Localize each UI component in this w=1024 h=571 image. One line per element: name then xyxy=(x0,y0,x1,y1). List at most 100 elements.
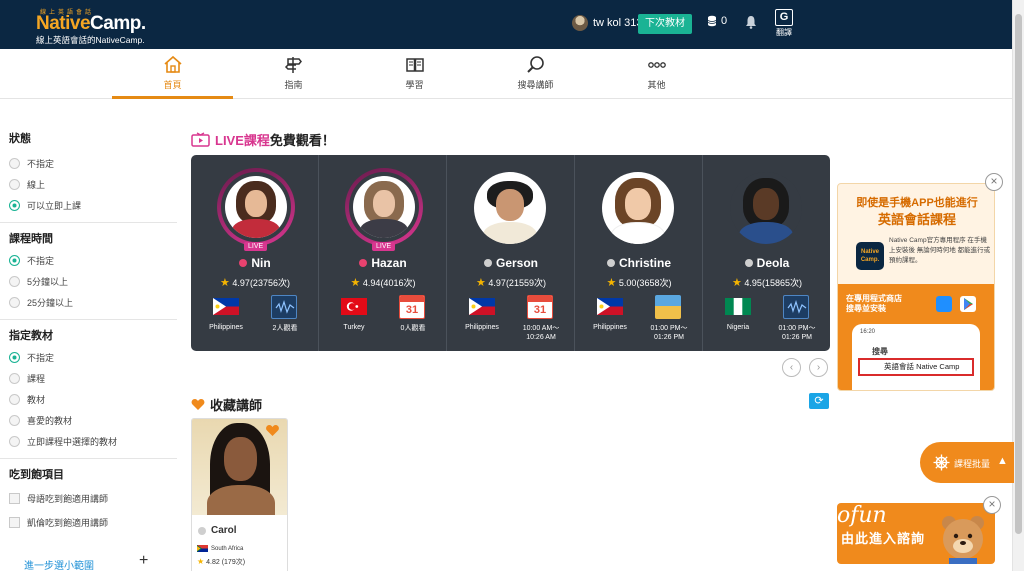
app-promo-line2: 英語會話課程 xyxy=(877,212,956,227)
option-label: 凱倫吃到飽適用講師 xyxy=(27,517,109,528)
google-play-icon xyxy=(960,296,976,312)
radio-button-selected[interactable] xyxy=(9,352,20,363)
live-teacher-card[interactable]: LIVE Hazan ★ 4.94(4016次) Turkey 31 0人觀看 xyxy=(319,155,447,351)
option-label: 25分鐘以上 xyxy=(27,298,74,308)
filter-material-option[interactable]: 不指定 xyxy=(9,347,177,368)
radio-button-selected[interactable] xyxy=(9,200,20,211)
nav-study[interactable]: 學習 xyxy=(354,55,475,99)
nav-other[interactable]: 其他 xyxy=(596,55,717,99)
scrollbar-thumb[interactable] xyxy=(1015,14,1022,534)
star-icon: ★ xyxy=(732,277,742,289)
teacher-card[interactable]: Gerson ★ 4.97(21559次) Philippines 31 10:… xyxy=(447,155,575,351)
live-viewers-icon xyxy=(271,295,297,319)
filter-duration-option[interactable]: 5分鐘以上 xyxy=(9,271,177,292)
nigeria-flag-icon xyxy=(725,298,751,315)
calendar-day: 31 xyxy=(405,304,419,316)
refine-search-link[interactable]: 進一步選小範圍 xyxy=(24,557,94,571)
filter-duration-option[interactable]: 不指定 xyxy=(9,250,177,271)
option-label: 不指定 xyxy=(27,159,55,169)
close-consultation-banner-button[interactable]: × xyxy=(983,496,1001,514)
filter-material-option[interactable]: 教材 xyxy=(9,389,177,410)
teacher-name-row: Nin xyxy=(191,256,319,270)
filter-status-option[interactable]: 不指定 xyxy=(9,153,177,174)
filter-unlimited-option[interactable]: 母語吃到飽適用講師 xyxy=(9,486,177,510)
translate-button[interactable]: G 翻譯 xyxy=(774,9,794,38)
checkbox[interactable] xyxy=(9,516,20,528)
radio-button[interactable] xyxy=(9,415,20,426)
app-search-box: 英語會話 Native Camp xyxy=(858,358,974,376)
favorite-teacher-card[interactable]: Carol South Africa ★ 4.82 (179次) xyxy=(191,418,288,571)
carousel-prev-button[interactable]: ‹ xyxy=(782,358,801,377)
filter-material: 指定教材 不指定 課程 教材 喜愛的教材 立即課程中選擇的教材 xyxy=(0,320,177,459)
user-menu[interactable]: tw kol 313 xyxy=(572,15,643,31)
teacher-name-row: Deola xyxy=(703,256,830,270)
option-label: 不指定 xyxy=(27,353,55,363)
page-scrollbar[interactable] xyxy=(1012,0,1024,571)
teacher-name-row: Hazan xyxy=(319,256,447,270)
nav-guide[interactable]: 指南 xyxy=(233,55,354,99)
radio-button[interactable] xyxy=(9,179,20,190)
logo[interactable]: 線上英語會話 NativeCamp. 線上英語會話的NativeCamp. xyxy=(36,7,146,46)
teacher-country: Turkey xyxy=(343,324,365,331)
coin-stack-icon xyxy=(707,15,717,27)
option-label: 母語吃到飽適用講師 xyxy=(27,493,109,504)
teacher-name: Nin xyxy=(251,256,271,270)
rating-value: 4.97 xyxy=(232,278,250,288)
radio-button[interactable] xyxy=(9,436,20,447)
rating-value: 4.95 xyxy=(744,278,762,288)
download-material-button[interactable]: 下次教材 xyxy=(638,14,692,34)
teacher-name: Deola xyxy=(756,256,790,270)
filter-material-option[interactable]: 喜愛的教材 xyxy=(9,410,177,431)
coin-balance[interactable]: 0 xyxy=(707,15,727,27)
bulk-schedule-label: 課程批量 xyxy=(954,459,991,469)
nav-home[interactable]: 首頁 xyxy=(112,55,233,99)
logo-brand-a: Native xyxy=(36,13,91,34)
live-badge: LIVE xyxy=(244,242,268,251)
app-promo-banner[interactable]: 即使是手機APP也能進行 英語會話課程 Native Camp. Native … xyxy=(837,183,995,391)
teacher-photo xyxy=(225,176,287,238)
filter-material-option[interactable]: 立即課程中選擇的教材 xyxy=(9,431,177,452)
favorite-heart-icon[interactable] xyxy=(265,424,280,437)
radio-button[interactable] xyxy=(9,158,20,169)
radio-button-selected[interactable] xyxy=(9,255,20,266)
rating-count: (23756次) xyxy=(249,278,290,288)
calendar-icon: 31 xyxy=(527,295,553,319)
teacher-card[interactable]: Christine ★ 5.00(3658次) Philippines 01:0… xyxy=(575,155,703,351)
nav-home-label: 首頁 xyxy=(163,80,182,90)
philippines-flag-icon xyxy=(597,298,623,315)
close-app-promo-button[interactable]: × xyxy=(985,173,1003,191)
search-icon xyxy=(526,56,544,73)
top-bar: 線上英語會話 NativeCamp. 線上英語會話的NativeCamp. tw… xyxy=(0,0,1012,49)
phone-search-header: 搜尋 xyxy=(872,347,888,356)
radio-button[interactable] xyxy=(9,373,20,384)
rating-count: (21559次) xyxy=(505,278,546,288)
radio-button[interactable] xyxy=(9,394,20,405)
rating-count: (4016次) xyxy=(380,278,416,288)
teacher-country: Nigeria xyxy=(726,324,750,331)
translate-label: 翻譯 xyxy=(776,28,792,37)
checkbox[interactable] xyxy=(9,492,20,504)
filter-material-option[interactable]: 課程 xyxy=(9,368,177,389)
radio-button[interactable] xyxy=(9,297,20,308)
bulk-schedule-button[interactable]: 課程批量 ▲ xyxy=(920,442,1014,483)
filter-status: 狀態 不指定 線上 可以立即上課 xyxy=(0,99,177,223)
ofun-brand: ofun xyxy=(837,503,887,528)
store-line2: 搜尋並安裝 xyxy=(846,304,886,313)
filter-duration-option[interactable]: 25分鐘以上 xyxy=(9,292,177,313)
live-teacher-card[interactable]: LIVE Nin ★ 4.97(23756次) Philippines 2人觀看 xyxy=(191,155,319,351)
nav-search-teacher[interactable]: 搜尋講師 xyxy=(475,55,596,99)
book-icon xyxy=(405,58,424,72)
filter-status-option[interactable]: 可以立即上課 xyxy=(9,195,177,216)
refresh-button[interactable]: ⟳ xyxy=(809,393,829,409)
notification-bell[interactable] xyxy=(745,15,757,34)
filter-status-option[interactable]: 線上 xyxy=(9,174,177,195)
teacher-photo-ring xyxy=(217,168,295,246)
expand-filters-button[interactable]: + xyxy=(139,552,148,570)
filter-unlimited-option[interactable]: 凱倫吃到飽適用講師 xyxy=(9,510,177,534)
radio-button[interactable] xyxy=(9,276,20,287)
rating-value: 4.82 xyxy=(206,559,220,566)
status-dot xyxy=(359,259,368,267)
teacher-card[interactable]: Deola ★ 4.95(15865次) Nigeria 01:00 PM～ 0… xyxy=(703,155,830,351)
carousel-next-button[interactable]: › xyxy=(809,358,828,377)
consultation-banner[interactable]: ofun 由此進入諮詢 xyxy=(837,503,995,564)
